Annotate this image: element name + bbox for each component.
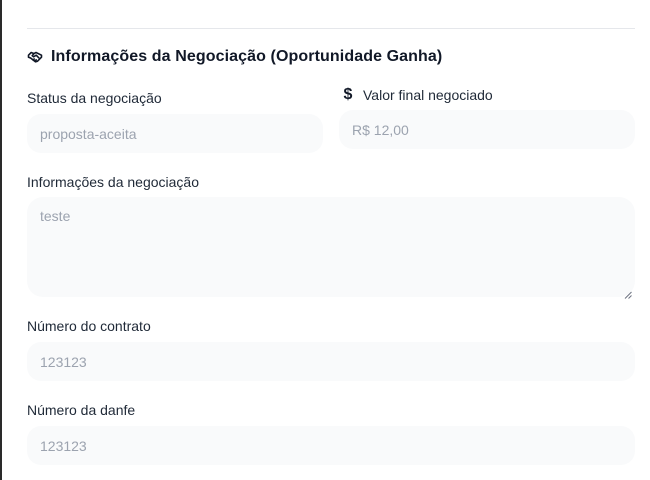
contrato-label: Número do contrato [27,318,151,334]
valor-label-group: $ Valor final negociado [341,86,493,104]
danfe-value: 123123 [40,437,87,454]
resize-handle-icon[interactable] [624,286,632,299]
contrato-field[interactable]: 123123 [27,342,635,381]
window-left-edge [0,0,2,480]
handshake-icon [27,49,43,65]
danfe-field[interactable]: 123123 [27,426,635,465]
status-label: Status da negociação [27,90,162,106]
valor-label: Valor final negociado [363,87,493,103]
section-header: Informações da Negociação (Oportunidade … [27,47,442,67]
danfe-label: Número da danfe [27,402,136,418]
informacoes-textarea[interactable]: teste [27,197,635,299]
section-divider [27,28,635,29]
valor-value: R$ 12,00 [352,121,409,138]
status-value: proposta-aceita [40,125,137,142]
dollar-icon: $ [343,86,353,103]
section-title: Informações da Negociação (Oportunidade … [51,48,443,65]
informacoes-label: Informações da negociação [27,174,199,190]
valor-field[interactable]: R$ 12,00 [339,110,635,149]
status-field[interactable]: proposta-aceita [27,114,323,153]
contrato-value: 123123 [40,353,87,370]
informacoes-value: teste [40,208,71,224]
